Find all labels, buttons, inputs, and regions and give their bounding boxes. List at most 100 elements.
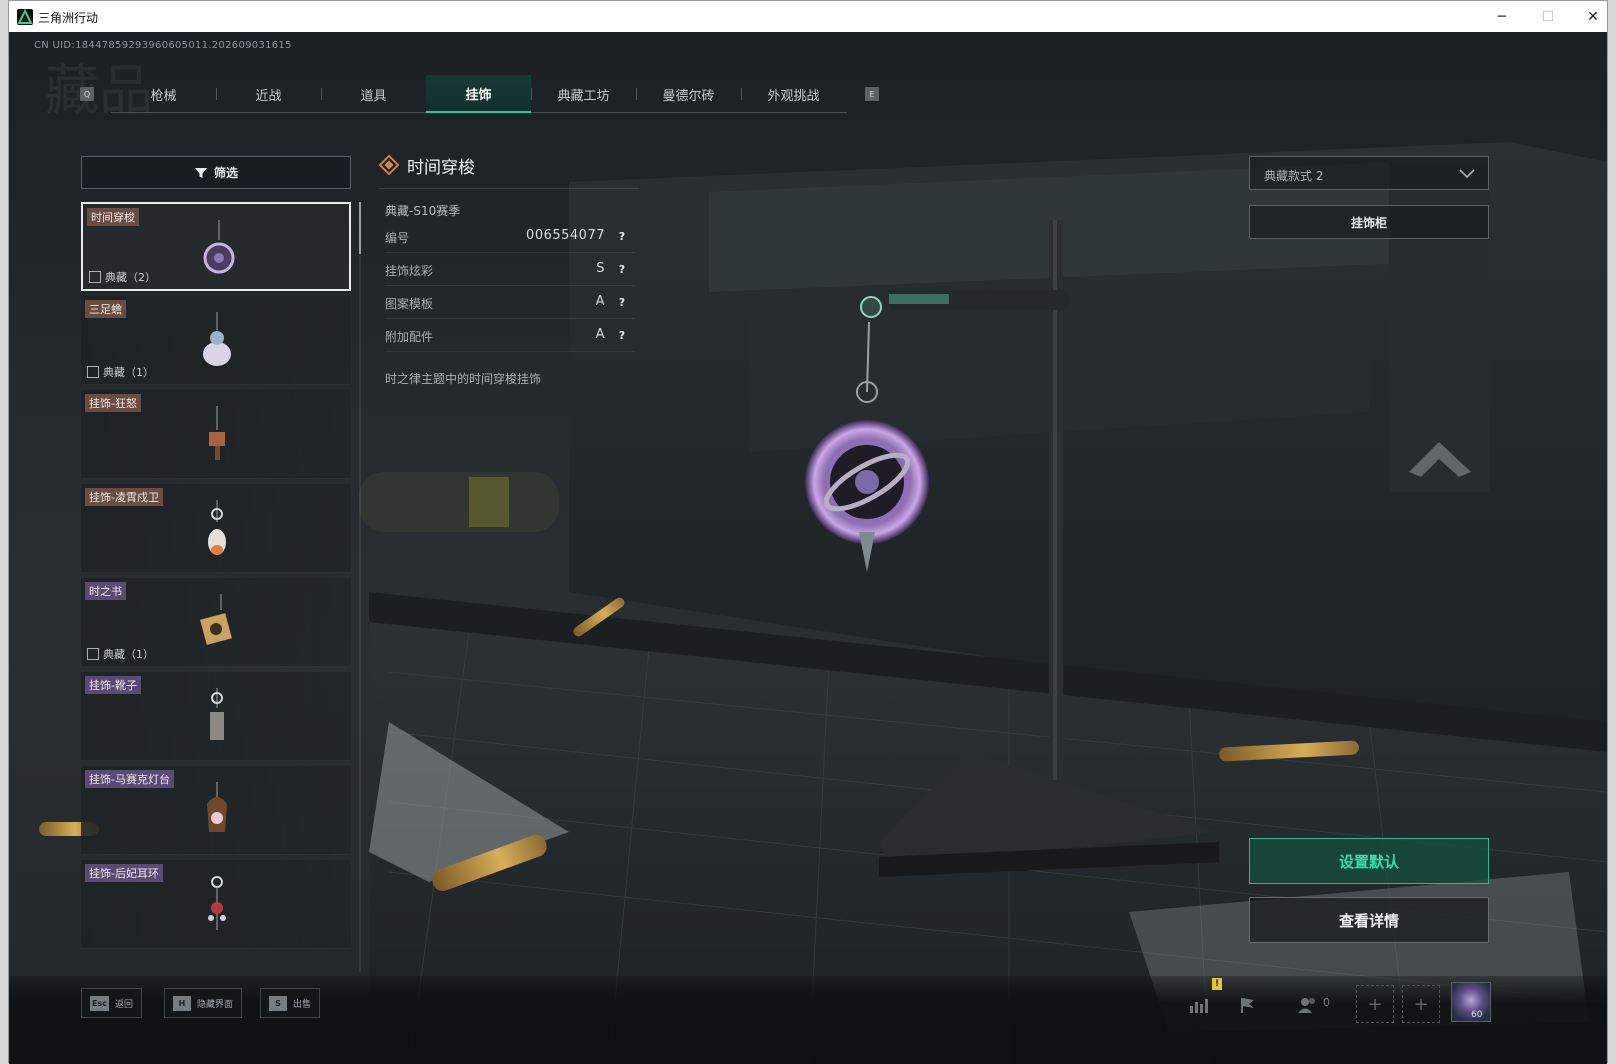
item-name: 挂饰-凌霄戍卫 [85, 488, 163, 506]
item-name: 挂饰-狂怒 [85, 394, 141, 412]
prop-attachment: 附加配件 A ? [385, 319, 635, 352]
prop-label: 图案模板 [385, 297, 434, 311]
item-name: 挂饰-马赛克灯台 [85, 770, 174, 788]
close-button[interactable]: ✕ [1570, 1, 1616, 32]
charm-thumbnail [208, 500, 226, 555]
window-title: 三角洲行动 [38, 11, 99, 25]
friend-count: 0 [1323, 996, 1330, 1009]
list-item[interactable]: 挂饰-马赛克灯台 [81, 766, 351, 855]
prop-label: 挂饰炫彩 [385, 264, 434, 278]
season-label: 典藏-S10赛季 [385, 204, 461, 218]
hotkey-label: 返回 [114, 999, 133, 1010]
charm-list: 时间穿梭 典藏（2） 三足蟾 典藏（1） 挂饰-狂怒 挂饰-凌霄戍卫 时之书 典… [81, 202, 351, 972]
detail-divider [379, 188, 639, 189]
charm-cabinet-button[interactable]: 挂饰柜 [1249, 205, 1489, 239]
view-details-button[interactable]: 查看详情 [1249, 897, 1489, 943]
prop-value: 006554077 [526, 228, 605, 243]
tab-workshop[interactable]: 典藏工坊 [531, 75, 636, 113]
collection-icon [89, 271, 101, 283]
collection-count: 典藏（2） [89, 269, 156, 285]
collection-count: 典藏（1） [87, 646, 154, 662]
prev-tab-key-hint[interactable]: Q [80, 87, 94, 101]
add-slot-button[interactable]: + [1356, 985, 1394, 1023]
prop-serial: 编号 006554077 ? [385, 220, 635, 253]
collection-count: 典藏（1） [87, 364, 154, 380]
list-item[interactable]: 挂饰-后妃耳环 [81, 860, 351, 949]
hotkey-key: S [269, 995, 287, 1011]
collection-label: 典藏（2） [105, 271, 156, 284]
list-scrollbar[interactable] [359, 202, 361, 972]
list-item[interactable]: 时之书 典藏（1） [81, 578, 351, 667]
tab-mandel-brick[interactable]: 曼德尔砖 [636, 75, 741, 113]
hotkey-key: H [173, 995, 191, 1011]
list-item[interactable]: 挂饰-凌霄戍卫 [81, 484, 351, 573]
maximize-button[interactable]: ☐ [1525, 1, 1571, 32]
hotkey-label: 隐藏界面 [197, 999, 234, 1010]
filter-button[interactable]: 筛选 [81, 156, 351, 189]
item-description: 时之律主题中的时间穿梭挂饰 [385, 372, 542, 386]
app-logo-icon [17, 9, 33, 25]
prop-value: A [595, 327, 605, 342]
prop-pattern-template: 图案模板 A ? [385, 286, 635, 319]
rarity-diamond-icon [379, 155, 399, 175]
prop-label: 编号 [385, 231, 410, 245]
game-viewport: CN UID:18447859293960605011.202609031615… [9, 32, 1607, 1064]
prop-charm-color: 挂饰炫彩 S ? [385, 253, 635, 286]
list-item[interactable]: 挂饰-靴子 [81, 672, 351, 761]
collection-label: 典藏（1） [103, 648, 154, 661]
filter-icon [194, 167, 207, 178]
charm-thumbnail [210, 688, 224, 740]
prop-label: 附加配件 [385, 330, 434, 344]
item-name: 挂饰-后妃耳环 [85, 864, 163, 882]
game-window: 三角洲行动 ─ ☐ ✕ CN UID:18447859293960605011.… [8, 0, 1608, 1064]
avatar-level: 60 [1471, 1010, 1483, 1020]
charm-thumbnail [203, 220, 235, 274]
add-slot-button[interactable]: + [1402, 985, 1440, 1023]
item-name: 时间穿梭 [87, 208, 139, 226]
category-tabs: 枪械 近战 道具 挂饰 典藏工坊 曼德尔砖 外观挑战 [111, 75, 847, 113]
prop-value: S [596, 261, 605, 276]
detail-title: 时间穿梭 [407, 157, 475, 178]
sell-hotkey[interactable]: S 出售 [260, 988, 321, 1018]
tab-guns[interactable]: 枪械 [111, 75, 216, 113]
hotkey-label: 出售 [293, 999, 312, 1010]
help-icon[interactable]: ? [615, 262, 629, 276]
tab-appearance-challenge[interactable]: 外观挑战 [741, 75, 846, 113]
help-icon[interactable]: ? [615, 229, 629, 243]
prop-value: A [595, 294, 605, 309]
filter-label: 筛选 [213, 166, 238, 180]
hide-ui-hotkey[interactable]: H 隐藏界面 [164, 988, 243, 1018]
tab-items[interactable]: 道具 [321, 75, 426, 113]
detail-panel: 时间穿梭 典藏-S10赛季 编号 006554077 ? 挂饰炫彩 S ? 图案… [379, 150, 639, 386]
charm-thumbnail [207, 782, 227, 832]
help-icon[interactable]: ? [615, 295, 629, 309]
tab-melee[interactable]: 近战 [216, 75, 321, 113]
detail-header: 时间穿梭 [379, 150, 639, 180]
help-icon[interactable]: ? [615, 328, 629, 342]
next-tab-key-hint[interactable]: E [865, 87, 879, 101]
stats-icon[interactable] [1182, 988, 1216, 1022]
item-name: 三足蟾 [85, 300, 126, 318]
flag-icon[interactable] [1231, 988, 1265, 1022]
tab-charms[interactable]: 挂饰 [426, 75, 531, 113]
item-name: 时之书 [85, 582, 126, 600]
chevron-down-icon [1459, 169, 1475, 179]
collection-icon [87, 366, 99, 378]
hotkey-key: Esc [90, 995, 109, 1011]
collection-icon [87, 648, 99, 660]
list-item[interactable]: 挂饰-狂怒 [81, 390, 351, 479]
list-item[interactable]: 时间穿梭 典藏（2） [81, 202, 351, 291]
minimize-button[interactable]: ─ [1479, 1, 1525, 32]
style-dropdown-value: 典藏款式 2 [1264, 169, 1324, 183]
charm-thumbnail [209, 406, 225, 460]
set-default-button[interactable]: 设置默认 [1249, 838, 1489, 884]
list-scrollbar-thumb[interactable] [359, 202, 361, 254]
style-dropdown[interactable]: 典藏款式 2 [1249, 156, 1489, 190]
title-bar: 三角洲行动 ─ ☐ ✕ [9, 1, 1607, 32]
back-hotkey[interactable]: Esc 返回 [81, 988, 142, 1018]
charm-thumbnail [200, 594, 232, 645]
charm-thumbnail [208, 876, 226, 930]
friends-icon[interactable] [1291, 988, 1325, 1022]
collection-label: 典藏（1） [103, 366, 154, 379]
list-item[interactable]: 三足蟾 典藏（1） [81, 296, 351, 385]
